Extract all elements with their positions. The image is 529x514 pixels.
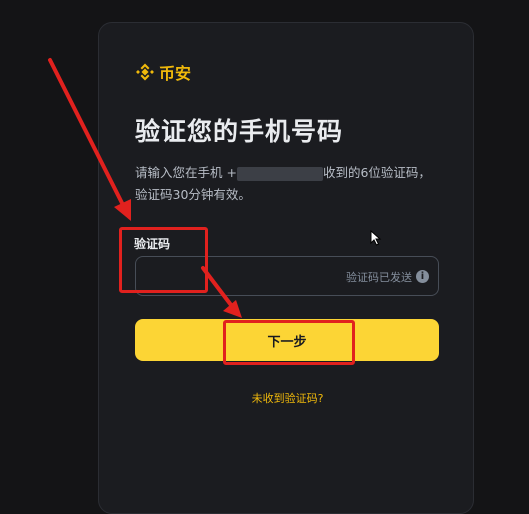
masked-phone-number — [236, 166, 323, 181]
brand-logo: 币安 — [135, 60, 191, 84]
code-sent-status: 验证码已发送 — [346, 271, 412, 284]
highlight-box-next-button — [223, 320, 355, 365]
binance-diamond-icon — [136, 63, 154, 81]
mouse-cursor-icon — [370, 230, 382, 246]
instruction-text: 请输入您在手机 + 收到的6位验证码，验证码30分钟有效。 — [135, 162, 435, 206]
info-icon[interactable]: i — [416, 270, 429, 283]
resend-code-link[interactable]: 未收到验证码? — [252, 392, 324, 405]
highlight-box-code-field — [119, 227, 208, 293]
brand-name: 币安 — [159, 64, 192, 83]
instruction-text-start: 请输入您在手机 + — [135, 165, 237, 180]
page-title: 验证您的手机号码 — [135, 117, 344, 146]
resend-row: 未收到验证码? — [0, 390, 529, 406]
